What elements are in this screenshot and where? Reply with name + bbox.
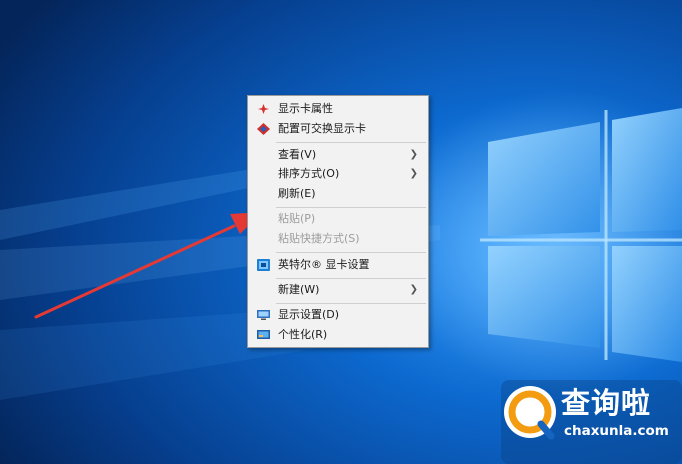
watermark-domain: chaxunla.com <box>564 423 669 439</box>
menu-item-label: 刷新(E) <box>278 187 316 200</box>
menu-item-display-settings[interactable]: 显示设置(D) <box>248 305 428 325</box>
watermark-brand: 查询啦 <box>561 386 652 420</box>
menu-item-label: 配置可交换显示卡 <box>278 122 366 135</box>
menu-item-label: 查看(V) <box>278 148 317 161</box>
menu-item-intel-graphics[interactable]: 英特尔® 显卡设置 <box>248 255 428 275</box>
menu-item-paste-shortcut[interactable]: 粘贴快捷方式(S) <box>248 229 428 249</box>
chevron-right-icon: ❯ <box>409 284 418 295</box>
switchable-graphics-icon <box>257 123 270 135</box>
menu-item-label: 粘贴(P) <box>278 212 316 225</box>
desktop-context-menu: 显示卡属性 配置可交换显示卡 查看(V) ❯ 排序方式(O) ❯ 刷新(E) 粘… <box>247 95 429 348</box>
chevron-right-icon: ❯ <box>409 149 418 160</box>
menu-item-refresh[interactable]: 刷新(E) <box>248 184 428 204</box>
menu-item-paste[interactable]: 粘贴(P) <box>248 209 428 229</box>
menu-item-label: 个性化(R) <box>278 328 328 341</box>
menu-item-label: 显示卡属性 <box>278 102 333 115</box>
menu-item-label: 英特尔® 显卡设置 <box>278 258 370 271</box>
menu-item-personalize[interactable]: 个性化(R) <box>248 325 428 345</box>
menu-separator <box>276 278 426 279</box>
intel-graphics-icon <box>257 259 270 271</box>
menu-separator <box>276 142 426 143</box>
menu-item-label: 粘贴快捷方式(S) <box>278 232 360 245</box>
chevron-right-icon: ❯ <box>409 168 418 179</box>
menu-separator <box>276 252 426 253</box>
menu-item-view[interactable]: 查看(V) ❯ <box>248 145 428 165</box>
menu-item-graphics-properties[interactable]: 显示卡属性 <box>248 99 428 119</box>
menu-separator <box>276 207 426 208</box>
personalize-icon <box>257 330 270 339</box>
menu-item-label: 显示设置(D) <box>278 308 340 321</box>
menu-item-switchable-graphics[interactable]: 配置可交换显示卡 <box>248 119 428 139</box>
menu-item-new[interactable]: 新建(W) ❯ <box>248 280 428 300</box>
display-settings-icon <box>257 310 270 320</box>
menu-item-label: 排序方式(O) <box>278 167 340 180</box>
menu-separator <box>276 303 426 304</box>
menu-item-sort-by[interactable]: 排序方式(O) ❯ <box>248 164 428 184</box>
menu-item-label: 新建(W) <box>278 283 320 296</box>
graphics-properties-icon <box>258 104 269 114</box>
